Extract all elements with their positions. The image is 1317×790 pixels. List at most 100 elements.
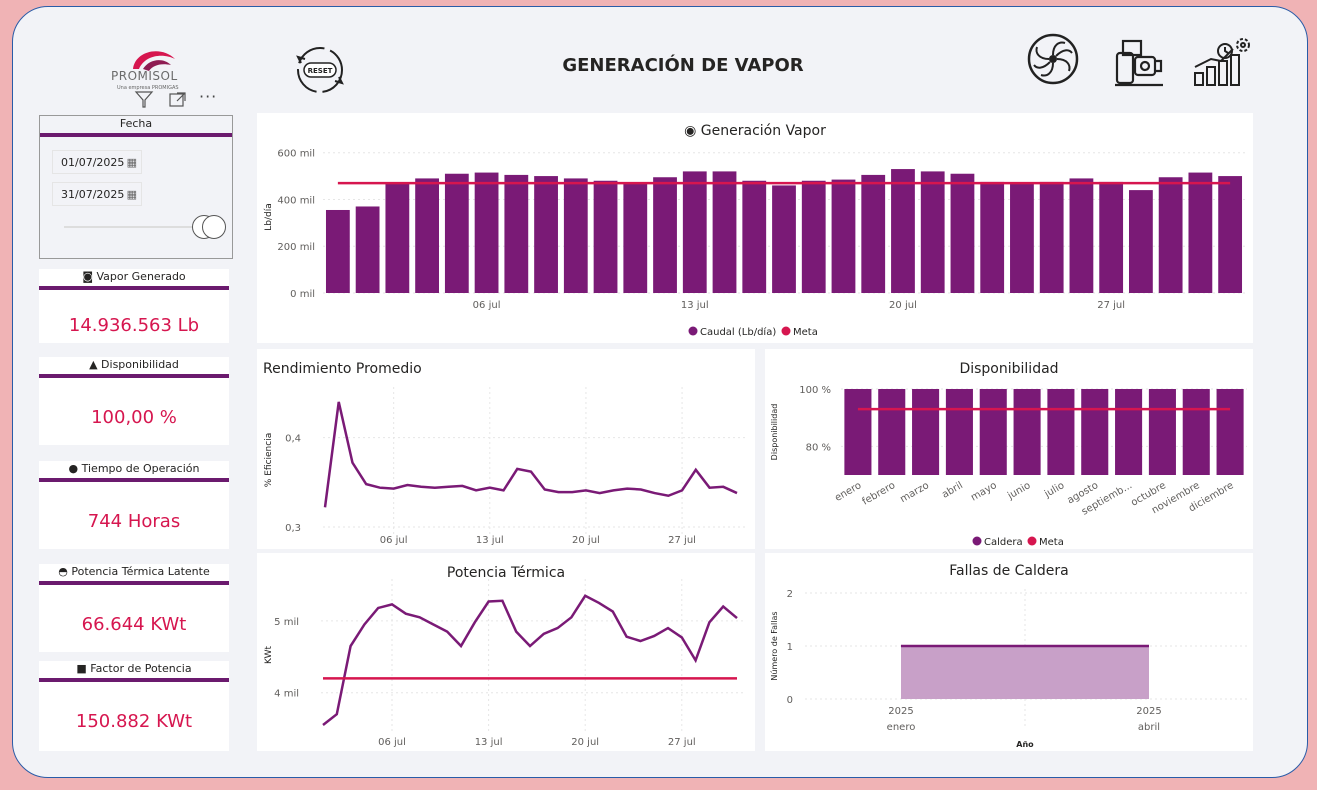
logo-text: PROMISOL — [111, 69, 178, 83]
filter-icon[interactable] — [133, 89, 157, 109]
x-tick-label: abril — [940, 480, 965, 501]
clock-icon: ● — [68, 462, 79, 475]
bar-caudal — [980, 181, 1005, 293]
potencia-termica-svg: Potencia Térmica 4 mil 5 mil KWt 06 jul 13 ju… — [264, 565, 745, 748]
fallas-caldera-svg: Fallas de Caldera 0 1 2 Número de Fallas 2025… — [770, 563, 1247, 749]
bar-caldera — [878, 389, 906, 475]
kpi-label: Disponibilidad — [101, 358, 179, 371]
x-tick-year: 2025 — [888, 706, 913, 717]
generacion-vapor-svg: ◉ Generación Vapor 0 mil 200 mil 400 mil 600… — [264, 123, 1245, 338]
start-date-field[interactable]: 01/07/2025 ▦ — [52, 150, 142, 174]
reset-label: RESET — [308, 67, 333, 75]
end-date-field[interactable]: 31/07/2025 ▦ — [52, 182, 142, 206]
more-options-icon[interactable]: ··· — [199, 87, 217, 106]
y-tick-label: 0 — [787, 695, 793, 706]
y-tick-label: 200 mil — [277, 242, 315, 253]
performance-chart-icon[interactable] — [1191, 33, 1257, 89]
stack-icon: ◙ — [82, 270, 94, 283]
bar-caudal — [444, 173, 469, 293]
x-tick-label: 06 jul — [473, 300, 501, 311]
bar-caudal — [950, 173, 975, 293]
focus-mode-icon[interactable] — [167, 89, 189, 109]
reset-button[interactable]: RESET — [291, 41, 349, 99]
kpi-label: Vapor Generado — [96, 270, 186, 283]
chart-title: Fallas de Caldera — [949, 563, 1068, 579]
x-tick-label: 13 jul — [476, 535, 504, 546]
kpi-value: 66.644 KWt — [81, 614, 187, 635]
bar-caudal — [831, 179, 856, 293]
bar-caudal — [801, 180, 826, 293]
date-range-slider-track[interactable] — [64, 226, 204, 228]
visual-toolbar: ··· — [133, 87, 233, 111]
kpi-underline — [39, 678, 229, 682]
kpi-card-tiempo-operacion: ● Tiempo de Operación 744 Horas — [39, 461, 229, 549]
x-tick-label: 13 jul — [475, 737, 503, 748]
calendar-icon[interactable]: ▦ — [127, 151, 137, 175]
y-axis-label: KWt — [264, 646, 274, 664]
series-line — [322, 594, 738, 726]
chart-disponibilidad[interactable]: Disponibilidad 80 % 100 % Disponibilidad ene… — [765, 349, 1253, 549]
y-tick-label: 100 % — [799, 385, 831, 396]
y-axis-label: Disponibilidad — [770, 404, 779, 461]
bar-caudal — [1218, 176, 1243, 293]
bar-caudal — [355, 206, 380, 293]
x-tick-month: abril — [1138, 722, 1160, 733]
dashboard-frame: PROMISOL Una empresa PROMIGAS ··· RESET … — [12, 6, 1308, 778]
bar-caudal — [623, 183, 648, 293]
x-tick-year: 2025 — [1136, 706, 1161, 717]
legend-label: Caldera — [984, 537, 1023, 548]
kpi-underline — [39, 374, 229, 378]
kpi-card-vapor-generado: ◙ Vapor Generado 14.936.563 Lb — [39, 269, 229, 343]
half-circle-icon: ◓ — [58, 565, 68, 578]
bar-caudal — [920, 171, 945, 293]
x-tick-month: enero — [887, 722, 916, 733]
x-tick-label: 27 jul — [668, 535, 696, 546]
bar-caldera — [1182, 389, 1210, 475]
turbine-icon[interactable] — [1023, 29, 1083, 89]
y-tick-label: 0,3 — [285, 523, 301, 534]
kpi-underline — [39, 478, 229, 482]
x-tick-label: 06 jul — [380, 535, 408, 546]
bar-caudal — [772, 185, 796, 293]
kpi-label: Potencia Térmica Latente — [71, 565, 210, 578]
bar-caudal — [712, 171, 737, 293]
bar-caldera — [945, 389, 973, 475]
bar-caudal — [504, 174, 529, 293]
disponibilidad-svg: Disponibilidad 80 % 100 % Disponibilidad ene… — [770, 361, 1247, 548]
y-axis-label: Lb/día — [264, 203, 274, 231]
chart-fallas-caldera[interactable]: Fallas de Caldera 0 1 2 Número de Fallas 2025… — [765, 553, 1253, 751]
chart-rendimiento-promedio[interactable]: Rendimiento Promedio 0,3 0,4 % Eficiencia 06… — [257, 349, 755, 549]
x-tick-label: 06 jul — [378, 737, 406, 748]
y-tick-label: 80 % — [806, 442, 831, 453]
x-tick-label: 13 jul — [681, 300, 709, 311]
filter-title-underline — [40, 133, 232, 137]
bar-caldera — [1081, 389, 1109, 475]
bar-caldera — [1047, 389, 1075, 475]
slider-handle-end[interactable] — [202, 215, 226, 239]
legend-marker — [688, 326, 698, 336]
bar-caudal — [593, 180, 618, 293]
y-tick-label: 400 mil — [277, 195, 315, 206]
calendar-icon[interactable]: ▦ — [127, 183, 137, 207]
bar-caudal — [1010, 183, 1034, 293]
boiler-icon[interactable] — [1111, 35, 1167, 89]
kpi-card-factor-potencia: ■ Factor de Potencia 150.882 KWt — [39, 661, 229, 751]
kpi-label: Tiempo de Operación — [81, 462, 200, 475]
page-title: GENERACIÓN DE VAPOR — [562, 55, 804, 76]
bar-caudal — [474, 172, 499, 293]
x-tick-label: mayo — [969, 480, 999, 503]
chart-potencia-termica[interactable]: Potencia Térmica 4 mil 5 mil KWt 06 jul 13 ju… — [257, 553, 755, 751]
y-tick-label: 2 — [787, 589, 793, 600]
bar-caudal — [1069, 178, 1094, 293]
y-tick-label: 600 mil — [277, 149, 315, 160]
bar-caudal — [891, 169, 915, 293]
y-tick-label: 0,4 — [285, 434, 301, 445]
kpi-underline — [39, 286, 229, 290]
legend-label: Meta — [793, 327, 818, 338]
x-tick-label: 20 jul — [889, 300, 917, 311]
x-tick-label: 27 jul — [1097, 300, 1125, 311]
y-tick-label: 5 mil — [274, 617, 299, 628]
bar-caudal — [1188, 172, 1213, 293]
chart-generacion-vapor[interactable]: ◉ Generación Vapor 0 mil 200 mil 400 mil 600… — [257, 113, 1253, 343]
bar-caudal — [534, 176, 558, 293]
